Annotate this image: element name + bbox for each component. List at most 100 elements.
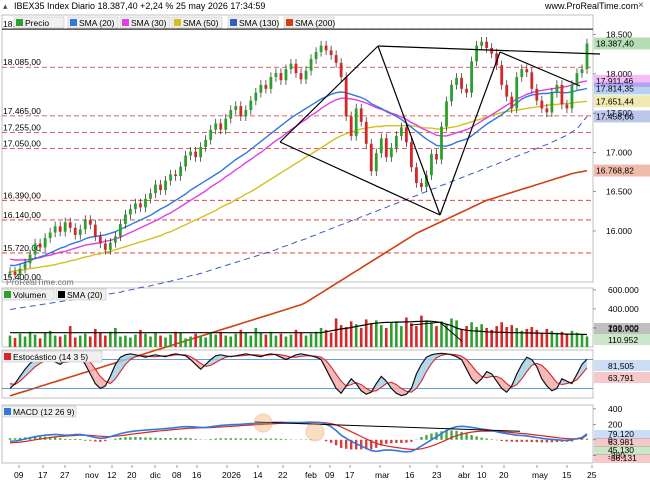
volume-bar bbox=[224, 335, 228, 347]
candle-body bbox=[53, 226, 57, 233]
volume-bar bbox=[43, 332, 47, 347]
last-value-label: 16.768,82 bbox=[596, 166, 634, 176]
last-value-label: 18.387,40 bbox=[596, 38, 634, 48]
volume-bar bbox=[269, 331, 273, 347]
candle-body bbox=[384, 138, 388, 158]
candle-body bbox=[359, 108, 363, 122]
volume-bar bbox=[334, 318, 338, 347]
candle-body bbox=[550, 92, 554, 113]
volume-bar bbox=[214, 334, 218, 347]
macd-histogram-bar bbox=[184, 437, 187, 440]
volume-bar bbox=[379, 325, 383, 347]
candle-body bbox=[48, 232, 52, 239]
candle-body bbox=[139, 203, 142, 208]
candle-body bbox=[289, 63, 293, 70]
candle-body bbox=[129, 208, 132, 215]
volume-bar bbox=[169, 334, 172, 347]
volume-bar bbox=[184, 338, 187, 347]
y-tick-label: 200 bbox=[608, 419, 622, 429]
volume-bar bbox=[144, 333, 147, 347]
candle-body bbox=[164, 180, 167, 191]
x-tick-label: 23 bbox=[432, 470, 442, 480]
candle-body bbox=[460, 77, 463, 89]
volume-bar bbox=[440, 321, 443, 347]
macd-histogram-bar bbox=[169, 438, 172, 440]
candle-body bbox=[470, 61, 473, 93]
volume-bar bbox=[530, 327, 534, 347]
volume-bar bbox=[505, 327, 509, 347]
volume-bar bbox=[174, 331, 177, 347]
volume-bar bbox=[88, 336, 92, 347]
candle-body bbox=[199, 146, 203, 158]
candle-body bbox=[399, 127, 403, 136]
volume-bar bbox=[475, 327, 478, 347]
candle-body bbox=[249, 100, 253, 111]
candle-body bbox=[38, 243, 42, 248]
y-tick-label: 17.000 bbox=[606, 147, 632, 157]
macd-histogram-bar bbox=[259, 438, 263, 440]
macd-histogram-bar bbox=[219, 438, 222, 440]
volume-bar bbox=[13, 337, 17, 347]
volume-bar bbox=[189, 336, 192, 347]
volume-bar bbox=[284, 336, 288, 347]
candle-body bbox=[73, 227, 77, 235]
candle-body bbox=[329, 50, 333, 56]
candle-body bbox=[169, 174, 172, 181]
volume-bar bbox=[500, 322, 504, 347]
candle-body bbox=[103, 243, 107, 250]
macd-histogram-bar bbox=[390, 439, 393, 444]
candle-body bbox=[78, 229, 82, 235]
volume-bar bbox=[124, 335, 127, 347]
watermark: ProRealTime.com bbox=[6, 277, 74, 287]
volume-bar bbox=[8, 335, 12, 347]
volume-bar bbox=[58, 336, 62, 347]
x-tick-label: 15 bbox=[562, 470, 572, 480]
candle-body bbox=[43, 238, 47, 248]
x-tick-label: 20 bbox=[499, 470, 509, 480]
volume-bar bbox=[159, 335, 162, 347]
macd-histogram-bar bbox=[490, 439, 493, 440]
volume-bar bbox=[420, 315, 423, 347]
volume-bar bbox=[319, 327, 323, 347]
macd-histogram-bar bbox=[279, 438, 283, 440]
candle-body bbox=[154, 184, 157, 194]
candle-body bbox=[144, 198, 147, 208]
candle-body bbox=[540, 100, 544, 109]
macd-histogram-bar bbox=[159, 437, 162, 440]
macd-histogram-bar bbox=[209, 439, 212, 440]
candle-body bbox=[379, 138, 383, 154]
macd-histogram-bar bbox=[179, 437, 182, 440]
volume-bar bbox=[304, 335, 308, 347]
legend-swatch bbox=[286, 19, 293, 26]
y-tick-label: 400.000 bbox=[608, 304, 639, 314]
candle-body bbox=[435, 153, 438, 160]
macd-histogram-bar bbox=[229, 438, 232, 440]
volume-bar bbox=[264, 334, 268, 347]
last-value-label: 17.458,66 bbox=[596, 111, 634, 121]
macd-histogram-bar bbox=[89, 439, 92, 441]
candle-body bbox=[344, 77, 348, 117]
candle-body bbox=[369, 143, 373, 172]
volume-bar bbox=[535, 329, 539, 347]
chart-svg[interactable]: 18.570,0018.085,0017.465,0017.255,0017.0… bbox=[0, 0, 650, 483]
macd-histogram-bar bbox=[154, 437, 157, 440]
volume-bar bbox=[565, 333, 569, 347]
volume-bar bbox=[585, 336, 589, 347]
macd-histogram-bar bbox=[119, 437, 122, 440]
candle-body bbox=[404, 127, 408, 143]
volume-bar bbox=[244, 332, 248, 347]
candle-body bbox=[450, 84, 453, 102]
candle-body bbox=[485, 41, 489, 48]
volume-bar bbox=[279, 333, 283, 347]
last-value-label: 63,791 bbox=[608, 373, 634, 383]
macd-histogram-bar bbox=[540, 439, 544, 443]
candle-body bbox=[108, 242, 112, 250]
volume-bar bbox=[580, 334, 584, 347]
macd-histogram-bar bbox=[164, 438, 167, 440]
candle-body bbox=[389, 147, 393, 158]
volume-bar bbox=[194, 333, 197, 347]
macd-histogram-bar bbox=[329, 439, 333, 443]
candle-body bbox=[33, 243, 37, 255]
volume-bar bbox=[344, 327, 348, 347]
candle-body bbox=[319, 45, 323, 52]
